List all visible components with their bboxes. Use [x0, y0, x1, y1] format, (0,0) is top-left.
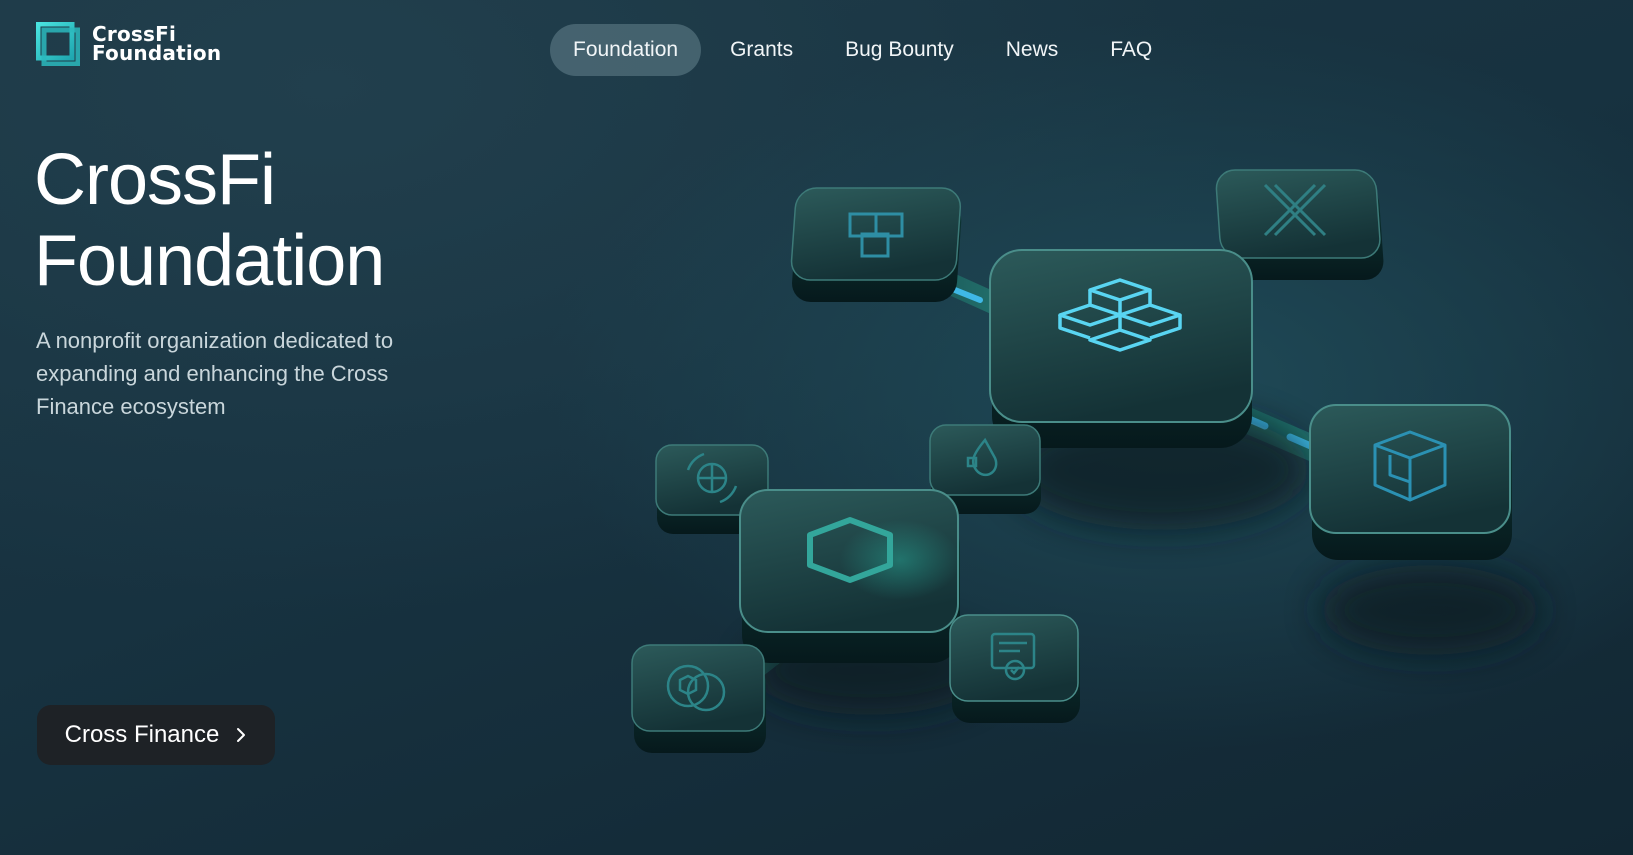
- hero-subtitle: A nonprofit organization dedicated to ex…: [36, 328, 394, 419]
- tile-square-frame: [739, 489, 960, 663]
- hero-title: CrossFi Foundation: [34, 140, 385, 302]
- cross-finance-button-label: Cross Finance: [64, 721, 220, 748]
- hero-title-line-1: CrossFi: [34, 140, 276, 220]
- hero-illustration: [631, 169, 1540, 753]
- cross-finance-button[interactable]: Cross Finance: [37, 705, 275, 765]
- nav-item-bug-bounty[interactable]: Bug Bounty: [822, 24, 977, 76]
- logo-line-2: Foundation: [92, 41, 222, 65]
- nav-item-faq[interactable]: FAQ: [1087, 24, 1175, 76]
- tile-crossfi-main: [989, 249, 1253, 448]
- home-logo-link[interactable]: CrossFi Foundation: [36, 22, 221, 66]
- tile-grid-cube: [1309, 404, 1512, 560]
- logo-wordmark: CrossFi Foundation: [92, 24, 222, 65]
- nav-item-news[interactable]: News: [983, 24, 1082, 76]
- hero-title-line-2: Foundation: [34, 221, 385, 301]
- tile-coin-cube: [631, 644, 766, 753]
- nav-item-foundation[interactable]: Foundation: [550, 24, 702, 76]
- tile-cube-stack: [790, 187, 962, 302]
- tile-document-check: [949, 614, 1080, 723]
- nav-item-grants[interactable]: Grants: [707, 24, 816, 76]
- chevron-right-icon: [237, 728, 246, 742]
- crossfi-square-logo-icon: [36, 22, 80, 66]
- main-nav: Foundation Grants Bug Bounty News FAQ: [550, 24, 1181, 76]
